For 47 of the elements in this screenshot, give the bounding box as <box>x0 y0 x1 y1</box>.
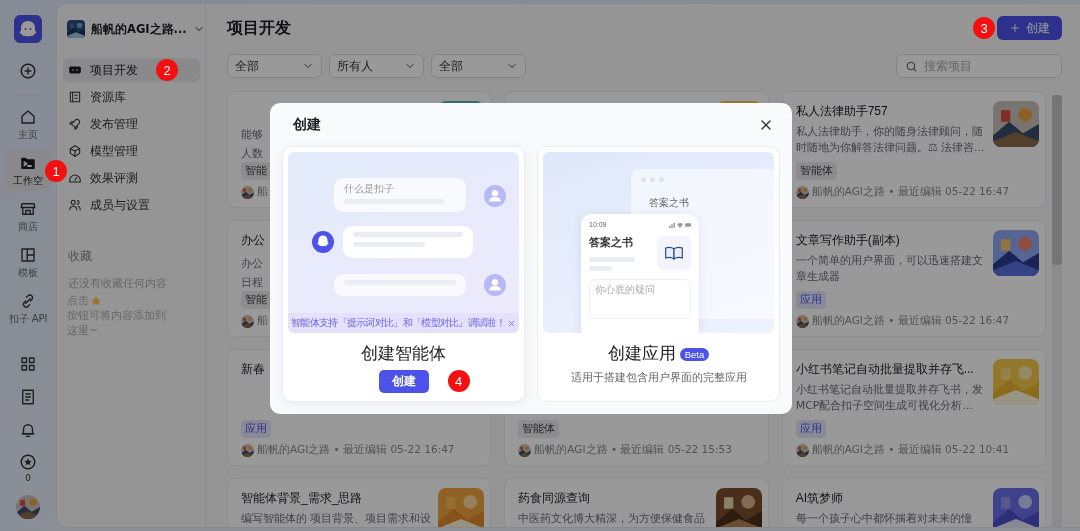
chat-bubble: 什么是扣子 <box>334 178 466 212</box>
author-edit-info: 船帆的AGI之路 • 最近编辑 05-22 16:47 <box>811 185 1010 199</box>
type-tag: 应用 <box>241 420 271 438</box>
project-title: AI筑梦师 <box>795 489 843 507</box>
project-description: 能够 <box>241 127 263 143</box>
project-title: 私人法律助手757 <box>795 102 888 120</box>
author-edit-info: 船 <box>257 185 268 199</box>
type-tag: 智能体 <box>518 420 560 438</box>
project-title: 小红书笔记自动批量提取并存飞... <box>795 360 974 378</box>
project-description: 日程 <box>241 275 263 291</box>
option-title: 创建智能体 <box>361 343 446 365</box>
author-edit-info: 船帆的AGI之路 • 最近编辑 05-22 16:47 <box>811 314 1010 328</box>
project-title: 办公 <box>241 231 265 249</box>
project-description: 私人法律助手，你的随身法律顾问，随时随地为你解答法律问题。⚖ 法律咨... <box>795 124 986 156</box>
dialog-title: 创建 <box>293 116 321 134</box>
project-title: 文章写作助手(副本) <box>795 231 900 249</box>
option-description: 适用于搭建包含用户界面的完整应用 <box>570 370 747 385</box>
notice-text: 智能体支持「提示词对比」和「模型对比」调试啦！ <box>291 316 505 330</box>
type-tag: 智能体 <box>795 162 837 180</box>
project-description: 办公 <box>241 256 263 272</box>
step-marker: 4 <box>447 370 470 392</box>
type-tag: 应用 <box>795 420 826 438</box>
type-tag: 智能 <box>241 291 271 309</box>
author-edit-info: 船帆的AGI之路 • 最近编辑 05-22 10:41 <box>811 443 1010 457</box>
page-title: 项目开发 <box>227 17 292 39</box>
author-edit-info: 船帆的AGI之路 • 最近编辑 05-22 15:53 <box>534 443 732 457</box>
project-title: 智能体背景_需求_思路 <box>241 489 363 507</box>
question-field: 你心底的疑问 <box>589 279 691 319</box>
project-description: 一个简单的用户界面，可以迅速搭建文章生成器 <box>795 253 984 285</box>
section-title: 收藏 <box>68 249 93 264</box>
step-marker: 3 <box>973 17 995 39</box>
project-description: 每一个孩子心中都怀揣着对未来的憧 <box>795 511 972 527</box>
project-description: 小红书笔记自动批量提取并存飞书，发MCP配合扣子空间生成可视化分析... <box>795 382 984 414</box>
mockup-title: 答案之书 <box>649 196 690 210</box>
project-title: 药食同源查询 <box>518 489 591 507</box>
type-tag: 应用 <box>795 291 826 309</box>
mockup-title: 答案之书 <box>589 236 634 250</box>
project-title: 新春 <box>241 360 265 378</box>
author-edit-info: 船帆的AGI之路 • 最近编辑 05-22 16:47 <box>257 443 455 457</box>
author-edit-info: 船 <box>257 314 268 328</box>
project-description: 中医药文化博大精深，为方便保健食品 <box>518 511 706 527</box>
beta-badge: Beta <box>679 347 710 361</box>
project-description: 人数 <box>241 146 263 162</box>
option-title: 创建应用 <box>607 343 676 365</box>
step-marker: 2 <box>156 59 178 81</box>
project-description: 编写智能体的 项目背景、项目需求和设 <box>241 511 432 527</box>
type-tag: 智能 <box>241 162 271 180</box>
